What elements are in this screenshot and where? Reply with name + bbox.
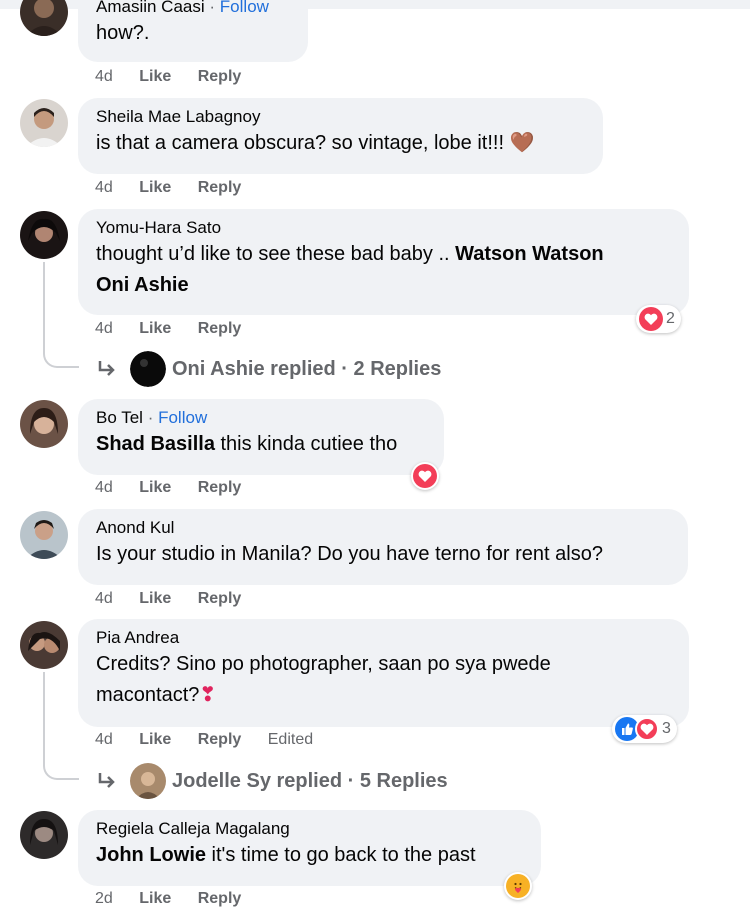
comment-bubble: Bo Tel · Follow Shad Basilla this kinda … (78, 399, 444, 475)
avatar (130, 351, 166, 387)
comment-actions: 4d Like Reply (95, 479, 263, 497)
heart-exclamation-emoji: ❣ (199, 684, 217, 706)
comment-text-part: it's time to go back to the past (206, 844, 476, 866)
heart-icon (635, 717, 659, 741)
like-button[interactable]: Like (139, 479, 171, 497)
edited-label: Edited (267, 731, 314, 748)
reaction-summary[interactable]: 3 (612, 715, 677, 743)
like-button[interactable]: Like (139, 179, 171, 197)
comment-time[interactable]: 4d (95, 731, 113, 749)
reaction-summary[interactable] (411, 462, 439, 490)
comment-actions: 2d Like Reply (95, 890, 263, 908)
comment-text-part: this kinda cutiee tho (214, 433, 398, 455)
comment-actions: 4d Like Reply (95, 68, 263, 86)
comment-author[interactable]: Regiela Calleja Magalang (96, 818, 523, 840)
separator-dot: · (209, 0, 216, 16)
comment-actions: 4d Like Reply Edited (95, 731, 335, 749)
reply-button[interactable]: Reply (198, 479, 242, 497)
avatar[interactable] (20, 621, 68, 669)
comment-text-part: macontact? (96, 684, 200, 706)
comment-author[interactable]: Sheila Mae Labagnoy (96, 106, 585, 128)
comment-bubble: Sheila Mae Labagnoy is that a camera obs… (78, 98, 603, 174)
avatar[interactable] (20, 0, 68, 36)
comment-bubble: Pia Andrea Credits? Sino po photographer… (78, 619, 689, 727)
comment-time[interactable]: 4d (95, 479, 113, 497)
replies-label[interactable]: Oni Ashie replied · 2 Replies (172, 358, 441, 381)
mention-link[interactable]: Shad Basilla (96, 433, 215, 455)
reply-button[interactable]: Reply (198, 731, 242, 749)
comment-text-part: thought u’d like to see these bad baby .… (96, 243, 456, 265)
heart-icon (639, 307, 663, 331)
like-button[interactable]: Like (139, 590, 171, 608)
like-button[interactable]: Like (139, 731, 171, 749)
comment-bubble: Anond Kul Is your studio in Manila? Do y… (78, 509, 688, 585)
view-replies-button[interactable]: Jodelle Sy replied · 5 Replies (96, 763, 448, 799)
comment-author[interactable]: Pia Andrea (96, 627, 671, 649)
reply-button[interactable]: Reply (198, 179, 242, 197)
follow-link[interactable]: Follow (220, 0, 269, 16)
separator-dot: · (147, 408, 154, 427)
mention-link[interactable]: Watson Watson (455, 243, 604, 265)
reaction-count: 2 (666, 310, 675, 327)
comment-text: John Lowie it's time to go back to the p… (96, 840, 523, 871)
comment-bubble: Regiela Calleja Magalang John Lowie it's… (78, 810, 541, 886)
reaction-count: 3 (662, 720, 671, 737)
comment-text-part: Credits? Sino po photographer, saan po s… (96, 653, 551, 675)
comment-time[interactable]: 4d (95, 590, 113, 608)
reply-arrow-icon (98, 361, 115, 376)
thread-line (43, 672, 79, 780)
mention-link[interactable]: John Lowie (96, 844, 206, 866)
thread-line (43, 262, 79, 368)
comment-text: how?. (96, 22, 150, 44)
comment-text: is that a camera obscura? so vintage, lo… (96, 132, 535, 154)
avatar[interactable] (20, 811, 68, 859)
reaction-summary[interactable] (504, 872, 532, 900)
avatar[interactable] (20, 400, 68, 448)
like-button[interactable]: Like (139, 890, 171, 908)
reply-button[interactable]: Reply (198, 590, 242, 608)
care-emoji-icon (506, 874, 530, 898)
like-button[interactable]: Like (139, 68, 171, 86)
avatar[interactable] (20, 99, 68, 147)
replies-label[interactable]: Jodelle Sy replied · 5 Replies (172, 770, 448, 793)
comment-text: thought u’d like to see these bad baby .… (96, 239, 671, 301)
comment-time[interactable]: 4d (95, 68, 113, 86)
comment-time[interactable]: 4d (95, 320, 113, 338)
reaction-summary[interactable]: 2 (636, 305, 681, 333)
comment-text: Credits? Sino po photographer, saan po s… (96, 649, 671, 711)
reply-arrow-icon (98, 773, 115, 788)
comment-actions: 4d Like Reply (95, 320, 263, 338)
like-button[interactable]: Like (139, 320, 171, 338)
reply-button[interactable]: Reply (198, 320, 242, 338)
comment-actions: 4d Like Reply (95, 179, 263, 197)
heart-icon (413, 464, 437, 488)
comment-text: Is your studio in Manila? Do you have te… (96, 543, 603, 565)
comment-time[interactable]: 2d (95, 890, 113, 908)
avatar[interactable] (20, 511, 68, 559)
follow-link[interactable]: Follow (158, 408, 207, 427)
comment-actions: 4d Like Reply (95, 590, 263, 608)
comment-author[interactable]: Yomu-Hara Sato (96, 217, 671, 239)
mention-link[interactable]: Oni Ashie (96, 274, 189, 296)
avatar[interactable] (20, 211, 68, 259)
comment-text: Shad Basilla this kinda cutiee tho (96, 429, 426, 460)
comment-time[interactable]: 4d (95, 179, 113, 197)
comment-bubble: Yomu-Hara Sato thought u’d like to see t… (78, 209, 689, 315)
comment-author[interactable]: Bo Tel (96, 408, 143, 427)
avatar (130, 763, 166, 799)
reply-button[interactable]: Reply (198, 890, 242, 908)
reply-button[interactable]: Reply (198, 68, 242, 86)
view-replies-button[interactable]: Oni Ashie replied · 2 Replies (96, 351, 441, 387)
comment-author[interactable]: Anond Kul (96, 517, 670, 539)
comment-author[interactable]: Amasiin Caasi (96, 0, 205, 16)
comment-bubble: Amasiin Caasi · Follow how?. (78, 0, 308, 62)
